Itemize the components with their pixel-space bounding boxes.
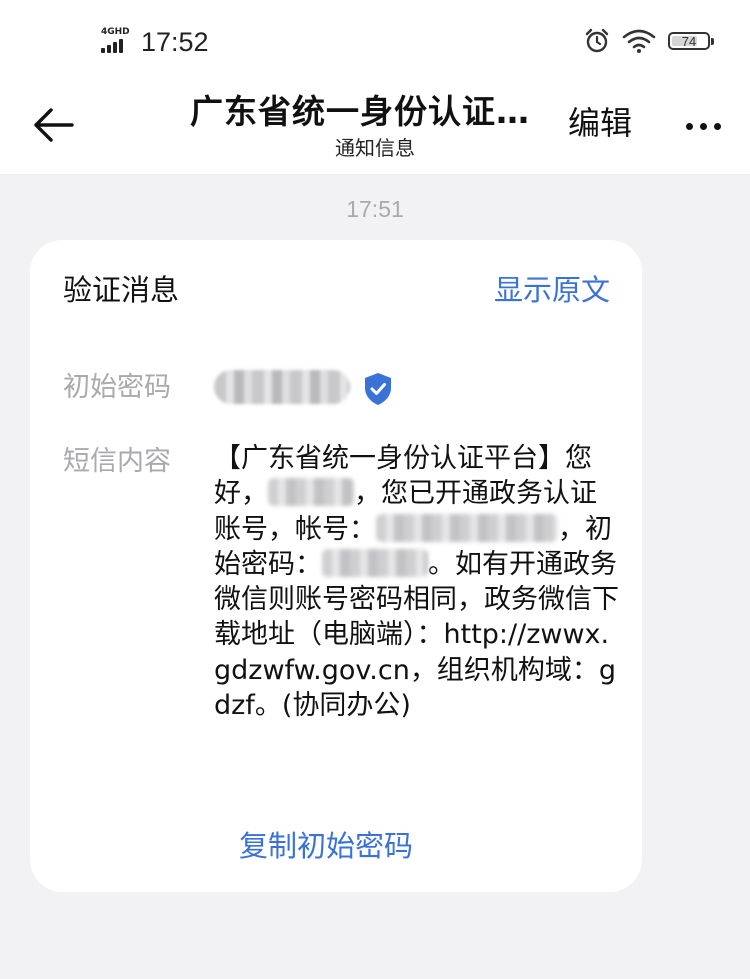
page-title: 广东省统一身份认证平台 [190, 92, 560, 131]
status-time: 17:52 [141, 27, 209, 57]
redacted-password [322, 548, 428, 577]
copy-password-button[interactable]: 复制初始密码 [30, 826, 642, 866]
wifi-icon [622, 29, 656, 53]
status-bar: 4GHD 17:52 74 [0, 0, 750, 84]
network-type-label: 4GHD [101, 27, 130, 37]
alarm-icon [585, 28, 609, 53]
back-button[interactable] [28, 100, 78, 150]
back-arrow-icon [34, 108, 74, 142]
redacted-name [268, 478, 354, 507]
more-options-button[interactable] [678, 106, 728, 146]
more-dot-icon [713, 122, 721, 130]
more-dot-icon [699, 122, 707, 130]
conversation-header: 广东省统一身份认证平台 通知信息 编辑 [0, 84, 750, 174]
verified-shield-icon [365, 373, 391, 405]
edit-button[interactable]: 编辑 [568, 102, 632, 144]
message-timestamp: 17:51 [346, 196, 404, 222]
verification-message-card: 验证消息 显示原文 初始密码 短信内容 【广东省统一身份认证平台】您好， ，您已开… [30, 240, 642, 892]
more-dot-icon [685, 122, 693, 130]
show-original-button[interactable]: 显示原文 [494, 270, 610, 310]
battery-icon: 74 [668, 32, 714, 50]
sms-content-text: 【广东省统一身份认证平台】您好， ，您已开通政务认证账号，帐号： ，初始密码： 。如有… [214, 441, 619, 723]
sms-content-label: 短信内容 [63, 446, 171, 477]
page-subtitle: 通知信息 [335, 136, 415, 160]
status-icons: 74 [584, 28, 714, 54]
battery-level-text: 74 [681, 33, 697, 49]
password-value-redacted [214, 370, 350, 404]
card-title: 验证消息 [63, 273, 180, 307]
password-label: 初始密码 [63, 372, 171, 403]
header-title-block: 广东省统一身份认证平台 通知信息 [190, 90, 560, 161]
redacted-account [376, 513, 558, 542]
cellular-signal-icon: 4GHD [101, 27, 133, 53]
